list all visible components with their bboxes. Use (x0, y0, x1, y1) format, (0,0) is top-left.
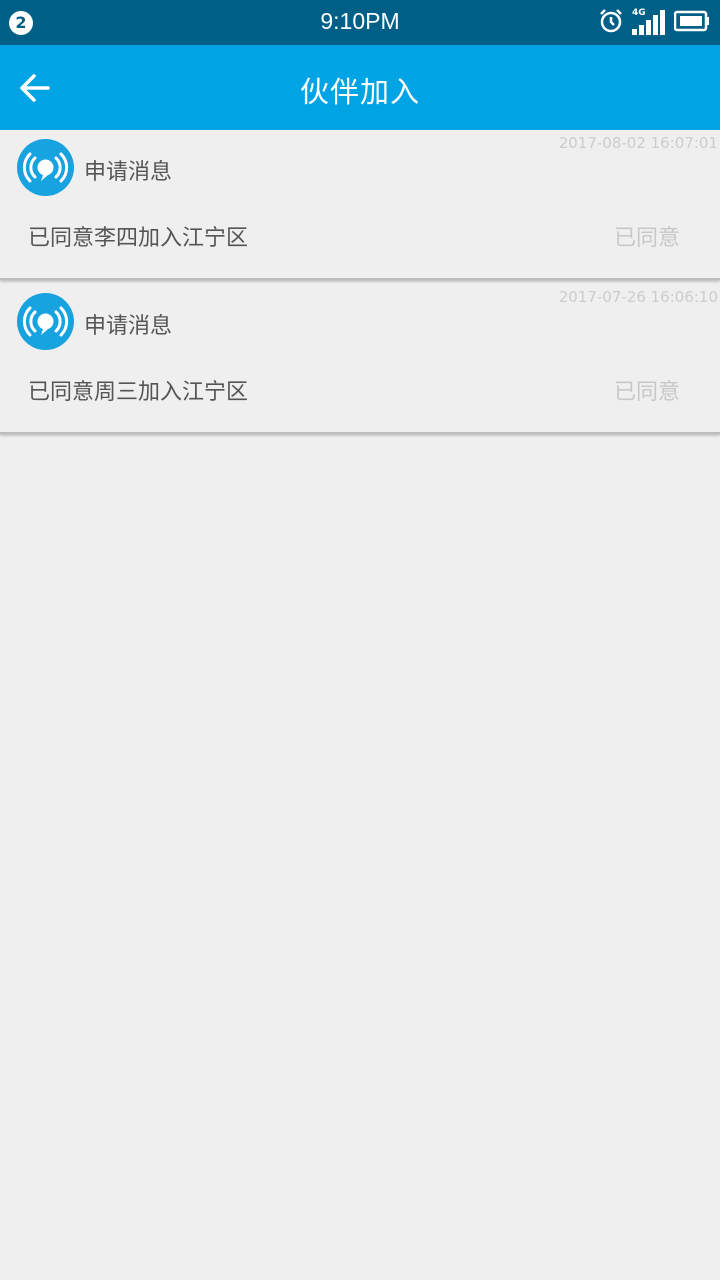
message-content: 已同意李四加入江宁区 (28, 226, 249, 251)
broadcast-icon (17, 293, 74, 350)
alarm-icon (598, 8, 624, 38)
message-timestamp: 2017-07-26 16:06:10 (558, 288, 718, 306)
message-type-label: 申请消息 (84, 314, 173, 339)
message-timestamp: 2017-08-02 16:07:01 (558, 134, 718, 152)
message-card[interactable]: 2017-07-26 16:06:10 申请消息 已同意周三加入江宁区 已同意 (0, 284, 720, 434)
status-icons: 4G (598, 8, 710, 38)
page-title: 伙伴加入 (299, 75, 420, 109)
message-status: 已同意 (613, 226, 680, 251)
message-status: 已同意 (613, 380, 680, 405)
message-card[interactable]: 2017-08-02 16:07:01 申请消息 已同意李四加入江宁区 已同意 (0, 130, 720, 280)
message-content: 已同意周三加入江宁区 (28, 380, 249, 405)
battery-icon (673, 9, 710, 37)
status-bar: 2 9:10PM 4G (0, 0, 720, 45)
signal-icon: 4G (632, 8, 666, 36)
broadcast-icon (17, 139, 74, 196)
message-type-label: 申请消息 (84, 160, 173, 185)
app-bar: 伙伴加入 (0, 45, 720, 130)
